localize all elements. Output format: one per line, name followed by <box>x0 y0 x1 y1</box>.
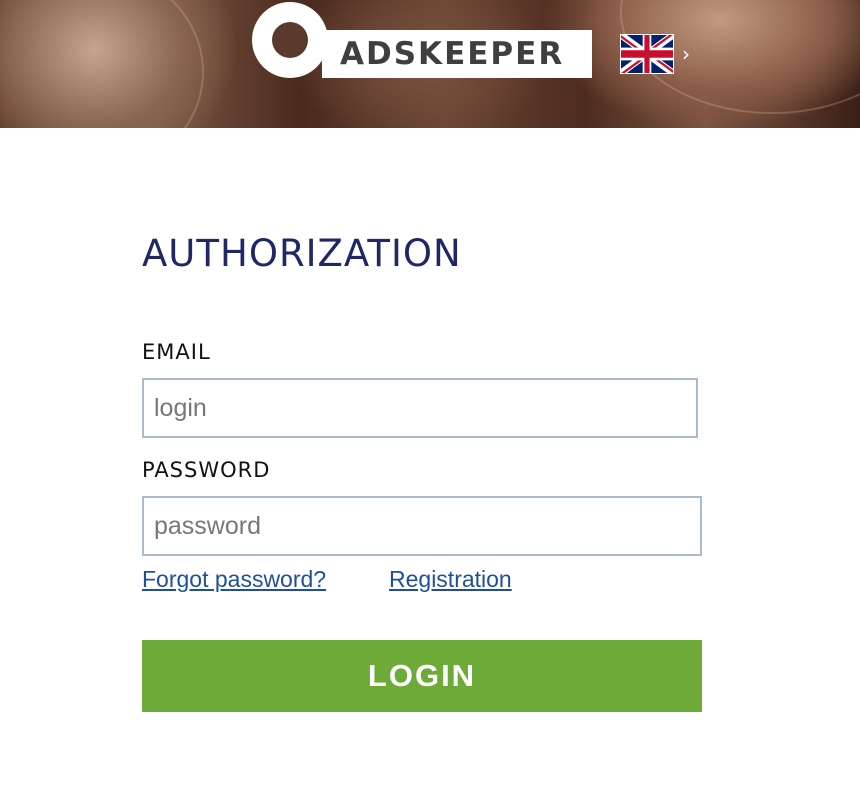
email-label: EMAIL <box>142 340 211 364</box>
password-label: PASSWORD <box>142 458 271 482</box>
password-input[interactable] <box>142 496 702 556</box>
coin-decoration <box>0 0 204 128</box>
header-banner: ADSKEEPER › <box>0 0 860 128</box>
uk-flag-icon <box>620 34 674 74</box>
key-logo-icon <box>252 2 328 78</box>
page-title: AUTHORIZATION <box>142 232 462 275</box>
adskeeper-logo[interactable]: ADSKEEPER <box>252 2 592 78</box>
chevron-right-icon[interactable]: › <box>682 35 690 73</box>
logo-text: ADSKEEPER <box>340 36 565 72</box>
email-input[interactable] <box>142 378 698 438</box>
registration-link[interactable]: Registration <box>389 566 512 593</box>
language-selector[interactable]: › <box>620 34 690 74</box>
forgot-password-link[interactable]: Forgot password? <box>142 566 326 593</box>
login-button[interactable]: LOGIN <box>142 640 702 712</box>
